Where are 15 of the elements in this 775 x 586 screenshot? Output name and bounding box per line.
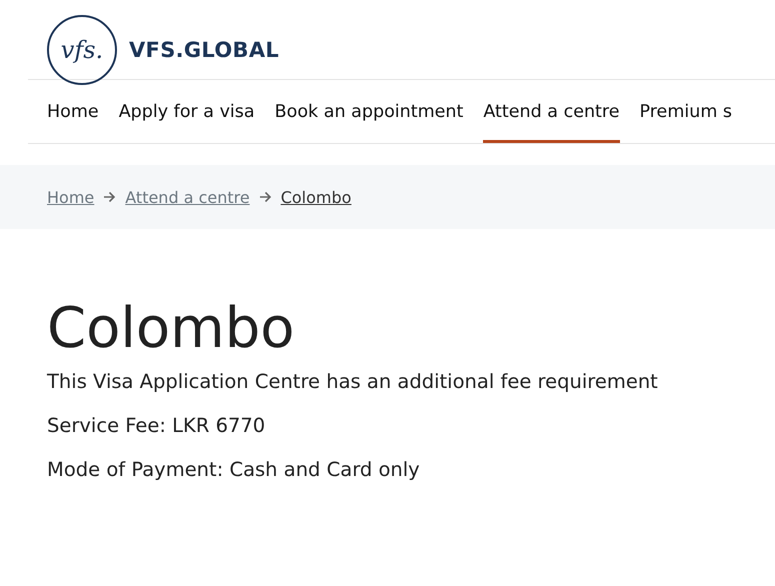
breadcrumb-link[interactable]: Home (47, 188, 94, 206)
arrow-icon (103, 191, 116, 203)
breadcrumb-link[interactable]: Colombo (280, 188, 352, 206)
breadcrumb-link[interactable]: Attend a centre (125, 188, 250, 206)
nav-link[interactable]: Attend a centre (483, 80, 620, 143)
detail-text: This Visa Application Centre has an additional fee requirement (47, 369, 659, 395)
logo-mark[interactable]: vfs. (47, 15, 117, 85)
page-title: Colombo (47, 297, 296, 361)
detail-text: Service Fee: LKR 6770 (47, 413, 266, 439)
nav-link[interactable]: Book an appointment (274, 80, 464, 143)
nav-link[interactable]: Premium s (640, 80, 732, 143)
detail-text: Mode of Payment: Cash and Card only (47, 457, 421, 483)
arrow-icon (258, 191, 272, 203)
logo-wordmark[interactable]: VFS.GLOBAL (129, 38, 280, 62)
nav-link[interactable]: Apply for a visa (118, 80, 255, 143)
